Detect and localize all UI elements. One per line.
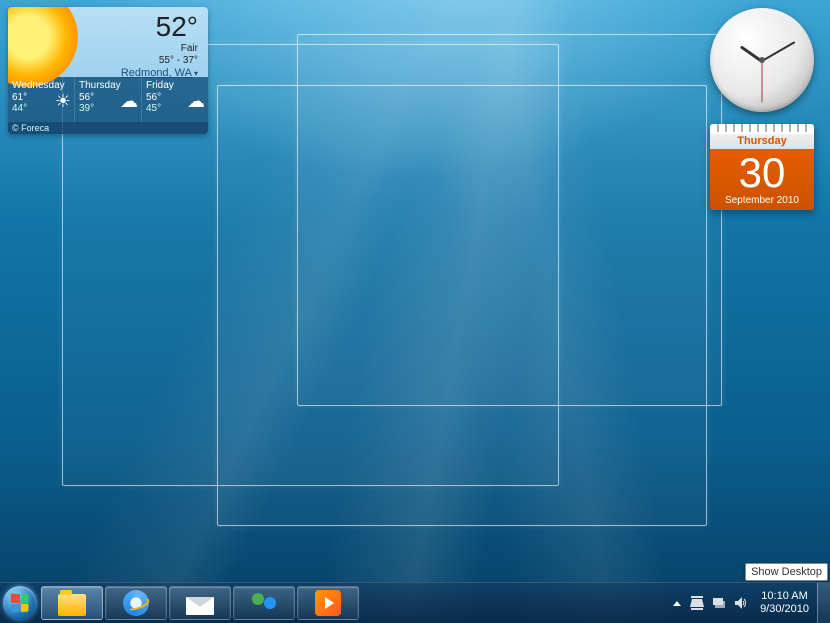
show-desktop-button[interactable]: [817, 583, 830, 623]
taskbar-button-explorer[interactable]: [41, 586, 103, 620]
folder-icon: [58, 594, 86, 616]
weather-current: 52° Fair 55° - 37° Redmond, WA: [8, 7, 208, 77]
forecast-day-name: Thursday: [79, 80, 137, 91]
forecast-day-name: Friday: [146, 80, 204, 91]
taskbar-time: 10:10 AM: [760, 590, 809, 603]
sun-icon: [8, 7, 78, 87]
calendar-weekday: Thursday: [710, 134, 814, 149]
forecast-icon: ☁: [120, 91, 138, 112]
internet-explorer-icon: [123, 590, 149, 616]
windows-flag-icon: [11, 594, 29, 613]
weather-forecast-row: Wednesday 61° 44° ☀ Thursday 56° 39° ☁ F…: [8, 77, 208, 122]
calendar-month-year: September 2010: [710, 195, 814, 206]
clock-minute-hand: [762, 41, 796, 62]
taskbar: 10:10 AM 9/30/2010: [0, 582, 830, 623]
calendar-binding-icon: [710, 124, 814, 134]
system-tray: 10:10 AM 9/30/2010: [668, 583, 830, 623]
forecast-day-name: Wednesday: [12, 80, 70, 91]
weather-gadget[interactable]: 52° Fair 55° - 37° Redmond, WA Wednesday…: [8, 7, 208, 134]
action-center-icon[interactable]: [689, 595, 705, 611]
envelope-icon: [186, 597, 214, 615]
weather-condition-text: Fair: [159, 43, 198, 55]
weather-condition: Fair 55° - 37°: [159, 43, 198, 67]
network-icon[interactable]: [711, 595, 727, 611]
taskbar-clock[interactable]: 10:10 AM 9/30/2010: [752, 590, 817, 616]
desktop[interactable]: 52° Fair 55° - 37° Redmond, WA Wednesday…: [0, 0, 830, 623]
taskbar-date: 9/30/2010: [760, 603, 809, 616]
weather-credit[interactable]: © Foreca: [8, 122, 208, 134]
forecast-icon: ☀: [55, 91, 71, 112]
forecast-day: Wednesday 61° 44° ☀: [8, 77, 75, 122]
show-desktop-tooltip: Show Desktop: [745, 563, 828, 581]
forecast-day: Friday 56° 45° ☁: [142, 77, 208, 122]
taskbar-button-media-player[interactable]: [297, 586, 359, 620]
taskbar-button-mail[interactable]: [169, 586, 231, 620]
taskbar-button-ie[interactable]: [105, 586, 167, 620]
forecast-icon: ☁: [187, 91, 205, 112]
people-icon: [250, 591, 278, 615]
media-player-icon: [315, 590, 341, 616]
volume-icon[interactable]: [733, 595, 749, 611]
calendar-gadget[interactable]: Thursday 30 September 2010: [710, 124, 814, 210]
start-button[interactable]: [0, 583, 40, 623]
clock-center-pin: [759, 57, 765, 63]
clock-second-hand: [762, 61, 763, 103]
forecast-day: Thursday 56° 39° ☁: [75, 77, 142, 122]
calendar-body: 30 September 2010: [710, 149, 814, 210]
weather-hilo: 55° - 37°: [159, 55, 198, 67]
windows-orb-icon: [3, 586, 37, 620]
clock-face: [710, 8, 814, 112]
aero-peek-window-outline: [217, 85, 707, 526]
calendar-day-number: 30: [710, 151, 814, 195]
weather-temperature: 52°: [156, 11, 198, 43]
tray-overflow-button[interactable]: [673, 601, 681, 606]
clock-gadget[interactable]: [710, 8, 814, 112]
taskbar-button-messenger[interactable]: [233, 586, 295, 620]
